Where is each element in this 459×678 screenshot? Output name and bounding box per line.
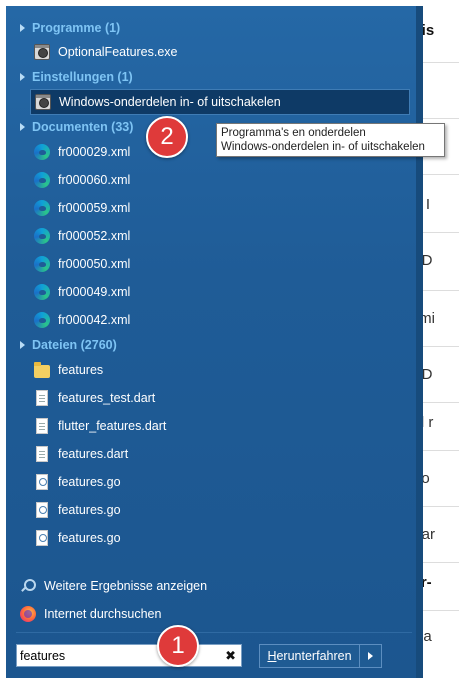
folder-icon	[34, 361, 50, 378]
result-item-label: fr000042.xml	[58, 313, 131, 327]
file-icon	[36, 390, 48, 406]
result-item-label: Windows-onderdelen in- of uitschakelen	[59, 95, 281, 109]
result-item-document[interactable]: fr000049.xml	[30, 279, 410, 305]
result-item-label: features.dart	[58, 447, 129, 461]
edge-browser-icon	[34, 312, 50, 328]
result-item-label: fr000060.xml	[58, 173, 131, 187]
section-header-label: Documenten (33)	[32, 120, 134, 134]
result-item-label: fr000059.xml	[58, 201, 131, 215]
go-file-icon	[36, 530, 48, 546]
shutdown-options-button[interactable]	[360, 644, 382, 668]
section-header-einstellungen[interactable]: Einstellungen (1)	[20, 67, 133, 87]
menu-border	[416, 6, 423, 678]
start-menu-search-panel: Programme (1) OptionalFeatures.exe Einst…	[6, 6, 423, 678]
result-item-file[interactable]: features.go	[30, 469, 410, 495]
result-item-label: features.go	[58, 503, 121, 517]
result-item-optionalfeatures[interactable]: OptionalFeatures.exe	[30, 39, 410, 65]
chevron-right-icon	[368, 652, 373, 660]
result-item-label: features	[58, 363, 104, 377]
tooltip: Programma's en onderdelen Windows-onderd…	[216, 123, 445, 157]
annotation-badge-1: 1	[157, 625, 199, 667]
result-item-file[interactable]: features.go	[30, 525, 410, 551]
result-item-file[interactable]: features	[30, 357, 410, 383]
tooltip-line-1: Programma's en onderdelen	[221, 127, 366, 139]
file-icon	[36, 446, 48, 462]
more-results-link[interactable]: Weitere Ergebnisse anzeigen	[20, 575, 207, 597]
settings-app-icon	[34, 44, 50, 60]
result-item-label: features_test.dart	[58, 391, 156, 405]
shutdown-accesskey: H	[267, 649, 277, 663]
search-internet-label: Internet durchsuchen	[44, 607, 162, 621]
result-item-document[interactable]: fr000052.xml	[30, 223, 410, 249]
search-internet-link[interactable]: Internet durchsuchen	[20, 603, 161, 625]
annotation-badge-2: 2	[146, 116, 188, 158]
result-item-label: features.go	[58, 531, 121, 545]
search-icon	[20, 578, 36, 594]
search-box[interactable]: ✖	[16, 644, 242, 667]
clear-search-icon[interactable]: ✖	[225, 648, 236, 664]
result-item-file[interactable]: features.dart	[30, 441, 410, 467]
section-header-programme[interactable]: Programme (1)	[20, 18, 120, 38]
result-item-windows-features[interactable]: Windows-onderdelen in- of uitschakelen	[30, 89, 410, 115]
edge-browser-icon	[34, 200, 50, 216]
expand-triangle-icon	[20, 73, 25, 81]
result-item-document[interactable]: fr000059.xml	[30, 195, 410, 221]
expand-triangle-icon	[20, 123, 25, 131]
edge-browser-icon	[34, 144, 50, 160]
go-file-icon	[36, 474, 48, 490]
go-file-icon	[36, 502, 48, 518]
result-item-file[interactable]: flutter_features.dart	[30, 413, 410, 439]
edge-browser-icon	[34, 256, 50, 272]
result-item-label: OptionalFeatures.exe	[58, 45, 178, 59]
result-item-document[interactable]: fr000050.xml	[30, 251, 410, 277]
section-header-label: Dateien (2760)	[32, 338, 117, 352]
section-header-label: Einstellungen (1)	[32, 70, 133, 84]
expand-triangle-icon	[20, 24, 25, 32]
section-header-documenten[interactable]: Documenten (33)	[20, 117, 133, 137]
result-item-document[interactable]: fr000042.xml	[30, 307, 410, 333]
expand-triangle-icon	[20, 341, 25, 349]
result-item-label: fr000049.xml	[58, 285, 131, 299]
search-results-list: Programme (1) OptionalFeatures.exe Einst…	[6, 6, 416, 678]
tooltip-line-2: Windows-onderdelen in- of uitschakelen	[221, 141, 425, 153]
file-icon	[36, 418, 48, 434]
shutdown-label: erunterfahren	[276, 649, 352, 663]
edge-browser-icon	[34, 172, 50, 188]
shutdown-button[interactable]: Herunterfahren	[259, 644, 360, 668]
result-item-file[interactable]: features_test.dart	[30, 385, 410, 411]
result-item-label: flutter_features.dart	[58, 419, 167, 433]
result-item-file[interactable]: features.go	[30, 497, 410, 523]
result-item-label: fr000029.xml	[58, 145, 131, 159]
edge-browser-icon	[34, 228, 50, 244]
footer-divider	[16, 632, 412, 633]
section-header-label: Programme (1)	[32, 21, 121, 35]
more-results-label: Weitere Ergebnisse anzeigen	[44, 579, 208, 593]
result-item-label: fr000052.xml	[58, 229, 131, 243]
settings-app-icon	[35, 94, 51, 110]
result-item-label: features.go	[58, 475, 121, 489]
section-header-dateien[interactable]: Dateien (2760)	[20, 335, 117, 355]
result-item-document[interactable]: fr000060.xml	[30, 167, 410, 193]
edge-browser-icon	[34, 284, 50, 300]
firefox-icon	[20, 606, 36, 622]
result-item-label: fr000050.xml	[58, 257, 131, 271]
